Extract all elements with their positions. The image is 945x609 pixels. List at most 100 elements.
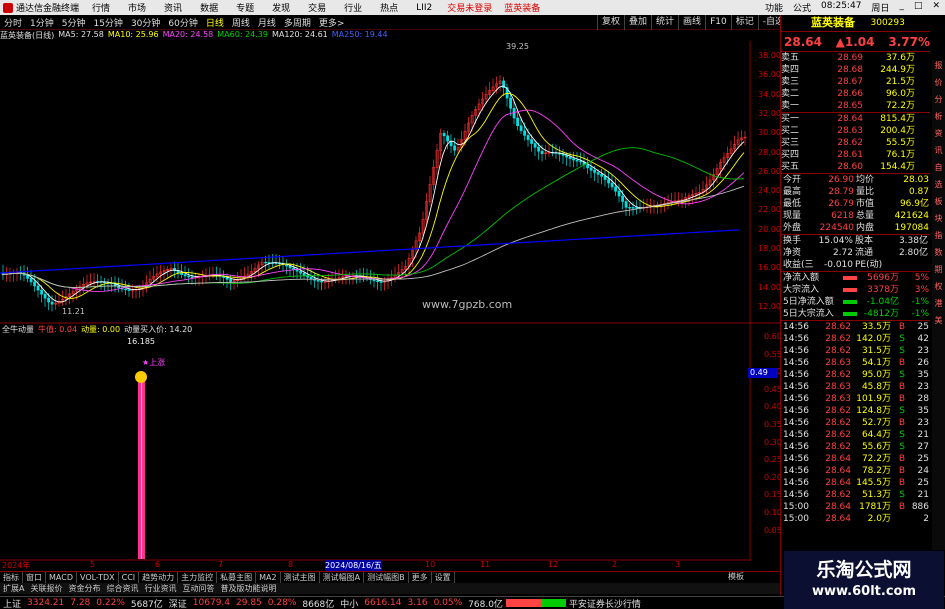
period-tab-4[interactable]: 30分钟: [127, 16, 164, 29]
tick-row[interactable]: 15:00 28.64 1781万 B 886: [781, 501, 930, 513]
tick-row[interactable]: 14:56 28.64 78.2万 B 24: [781, 465, 930, 477]
indicator-tab[interactable]: 测试幅图A: [320, 572, 365, 583]
tool-overlay[interactable]: 叠加: [624, 15, 651, 30]
tool-mark[interactable]: 标记: [730, 15, 758, 30]
tick-list[interactable]: 14:56 28.62 33.5万 B 25 14:56 28.62 142.0万 S 42 14:…: [781, 320, 930, 525]
tick-row[interactable]: 14:56 28.62 64.4万 S 21: [781, 429, 930, 441]
close-icon[interactable]: ✕: [927, 1, 945, 14]
info-tab[interactable]: 关联报价: [27, 583, 65, 594]
tick-row[interactable]: 14:56 28.62 52.7万 B 23: [781, 417, 930, 429]
indicator-tab[interactable]: 私募主图: [217, 572, 257, 583]
menu-item-trade[interactable]: 交易: [299, 1, 335, 14]
tool-fuquan[interactable]: 复权: [597, 15, 624, 30]
tick-row[interactable]: 14:56 28.63 101.9万 B 28: [781, 393, 930, 405]
period-tab-8[interactable]: 月线: [254, 16, 280, 29]
sidebar-item[interactable]: 块: [932, 213, 945, 230]
tool-draw[interactable]: 画线: [678, 15, 705, 30]
period-tab-7[interactable]: 周线: [228, 16, 254, 29]
sidebar-item[interactable]: 资: [932, 128, 945, 145]
info-tab[interactable]: 普及版功能说明: [217, 583, 279, 594]
indicator-tab[interactable]: MA2: [256, 572, 281, 583]
menu-item-topic[interactable]: 专题: [227, 1, 263, 14]
period-tab-9[interactable]: 多周期: [280, 16, 315, 29]
tick-row[interactable]: 14:56 28.62 33.5万 B 25: [781, 321, 930, 333]
menu-item-discover[interactable]: 发现: [263, 1, 299, 14]
indicator-tab[interactable]: VOL-TDX: [77, 572, 119, 583]
sidebar-item[interactable]: 权: [932, 281, 945, 298]
tool-stats[interactable]: 统计: [651, 15, 678, 30]
sidebar-item[interactable]: 期: [932, 264, 945, 281]
indicator-tab[interactable]: 设置: [432, 572, 455, 583]
menu-item-news[interactable]: 资讯: [155, 1, 191, 14]
info-tab[interactable]: 行业资讯: [141, 583, 179, 594]
indicator-tab[interactable]: 更多: [409, 572, 432, 583]
maximize-icon[interactable]: □: [909, 1, 928, 14]
sidebar-item[interactable]: 港: [932, 298, 945, 315]
sidebar-item[interactable]: 数: [932, 247, 945, 264]
stat-row: 现量 6218 总量 421624: [781, 210, 930, 222]
sidebar-item[interactable]: 自: [932, 162, 945, 179]
indicator-name[interactable]: 全牛动量: [2, 324, 38, 335]
menu-item-industry[interactable]: 行业: [335, 1, 371, 14]
sidebar-item[interactable]: 讯: [932, 145, 945, 162]
sidebar-item[interactable]: 析: [932, 111, 945, 128]
trade-login-status[interactable]: 交易未登录: [441, 1, 498, 14]
candle-body: [124, 288, 128, 291]
sidebar-item[interactable]: 指: [932, 230, 945, 247]
indicator-tab[interactable]: 趋势动力: [139, 572, 179, 583]
period-tab-6[interactable]: 日线: [202, 16, 228, 29]
period-tab-5[interactable]: 60分钟: [164, 16, 201, 29]
info-tab[interactable]: 互动问答: [179, 583, 217, 594]
menu-item-hq[interactable]: 行情: [83, 1, 119, 14]
tick-vol: 2.0万: [867, 514, 891, 524]
info-tab[interactable]: 综合资讯: [103, 583, 141, 594]
tick-row[interactable]: 14:56 28.62 31.5万 S 23: [781, 345, 930, 357]
period-tab-1[interactable]: 1分钟: [26, 16, 58, 29]
sidebar-item[interactable]: 价: [932, 77, 945, 94]
broker-server[interactable]: 平安证券长沙行情: [566, 597, 644, 609]
menu-item-hot[interactable]: 热点: [371, 1, 407, 14]
tick-row[interactable]: 14:56 28.64 145.5万 B 25: [781, 477, 930, 489]
indicator-tab[interactable]: 主力监控: [178, 572, 218, 583]
indicator-tab[interactable]: 测试主图: [281, 572, 320, 583]
tick-row[interactable]: 14:56 28.62 124.8万 S 35: [781, 405, 930, 417]
stat-cell: 224540: [819, 223, 854, 233]
period-tab-2[interactable]: 5分钟: [58, 16, 90, 29]
menu-item-data[interactable]: 数据: [191, 1, 227, 14]
tick-row[interactable]: 14:56 28.64 72.2万 B 25: [781, 453, 930, 465]
sidebar-item[interactable]: 板: [932, 196, 945, 213]
candle-body: [50, 301, 54, 305]
menu-function[interactable]: 功能: [760, 1, 788, 14]
tick-row[interactable]: 14:56 28.63 54.1万 B 26: [781, 357, 930, 369]
tick-row[interactable]: 14:56 28.62 95.0万 S 35: [781, 369, 930, 381]
info-tab[interactable]: 资金分布: [65, 583, 103, 594]
tick-row[interactable]: 14:56 28.63 45.8万 B 23: [781, 381, 930, 393]
indicator-tab[interactable]: 测试幅图B: [364, 572, 409, 583]
period-tab-0[interactable]: 分时: [0, 16, 26, 29]
price-tick: 14.00: [758, 282, 781, 292]
tool-f10[interactable]: F10: [705, 15, 731, 30]
tick-row[interactable]: 14:56 28.62 51.3万 S 21: [781, 489, 930, 501]
sidebar-item[interactable]: 分: [932, 94, 945, 111]
sidebar-item[interactable]: 美: [932, 315, 945, 332]
tick-row[interactable]: 14:56 28.62 55.6万 S 27: [781, 441, 930, 453]
period-tab-3[interactable]: 15分钟: [89, 16, 126, 29]
indicator-tab[interactable]: MACD: [46, 572, 77, 583]
info-tab[interactable]: 扩展A: [0, 583, 27, 594]
menu-item-market[interactable]: 市场: [119, 1, 155, 14]
indicator-tab[interactable]: 窗口: [23, 572, 46, 583]
kline-chart[interactable]: [0, 41, 780, 571]
menu-formula[interactable]: 公式: [788, 1, 816, 14]
tick-row[interactable]: 15:00 28.64 2.0万 2: [781, 513, 930, 525]
indicator-tab[interactable]: 指标: [0, 572, 23, 583]
bid-row-cell: 815.4万: [880, 114, 915, 124]
sidebar-item[interactable]: 报: [932, 60, 945, 77]
tick-row[interactable]: 14:56 28.62 142.0万 S 42: [781, 333, 930, 345]
template-tab[interactable]: 模板: [728, 571, 744, 582]
period-tab-10[interactable]: 更多>: [315, 16, 349, 29]
tick-price: 28.62: [825, 334, 851, 344]
indicator-tab[interactable]: CCI: [119, 572, 140, 583]
menu-item-lii2[interactable]: LII2: [407, 3, 441, 13]
minimize-icon[interactable]: _: [894, 1, 909, 14]
sidebar-item[interactable]: 选: [932, 179, 945, 196]
